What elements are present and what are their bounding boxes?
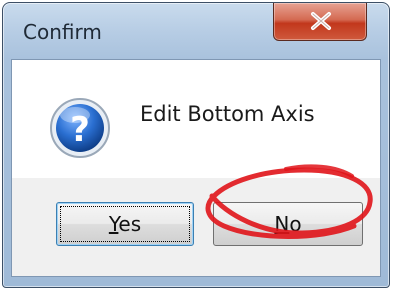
no-button-label: No	[274, 212, 302, 236]
svg-text:?: ?	[70, 110, 90, 150]
window-title: Confirm	[23, 20, 102, 44]
close-icon	[311, 12, 331, 30]
yes-button[interactable]: Yes	[56, 202, 194, 246]
close-button[interactable]	[273, 3, 367, 41]
yes-button-label: Yes	[108, 212, 142, 236]
dialog-message: Edit Bottom Axis	[140, 102, 315, 126]
question-icon: ?	[50, 98, 110, 158]
dialog-body: ? Edit Bottom Axis Yes No	[11, 59, 381, 277]
no-button[interactable]: No	[213, 202, 363, 246]
confirm-dialog-window: Confirm ? Edit Bottom Axis Yes No	[2, 2, 390, 288]
